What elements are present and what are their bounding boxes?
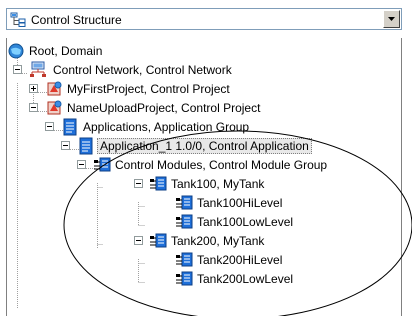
- tree-node-label: Tank200LowLevel: [197, 272, 294, 286]
- project-icon: [47, 81, 62, 96]
- collapse-toggle[interactable]: [45, 122, 54, 131]
- collapse-toggle[interactable]: [77, 160, 86, 169]
- tree-node-label: Application_1 1.0/0, Control Application: [97, 138, 312, 154]
- module-group-icon: [94, 157, 111, 172]
- tree-node-label: Root, Domain: [29, 44, 103, 58]
- document-icon: [63, 118, 77, 136]
- module-icon: [176, 252, 193, 267]
- module-icon: [150, 176, 167, 191]
- tree-node-label: Tank100, MyTank: [171, 177, 265, 191]
- collapse-toggle[interactable]: [134, 236, 143, 245]
- expand-toggle[interactable]: [29, 84, 38, 93]
- structure-dropdown[interactable]: Control Structure: [6, 8, 402, 30]
- network-icon: [30, 61, 46, 77]
- module-icon: [176, 271, 193, 286]
- collapse-toggle[interactable]: [13, 65, 22, 74]
- tree-node-label: Control Network, Control Network: [53, 63, 232, 77]
- collapse-toggle[interactable]: [61, 141, 70, 150]
- tree-node-label: Applications, Application Group: [83, 120, 250, 134]
- tree-structure-icon: [10, 12, 26, 27]
- globe-icon: [8, 43, 24, 59]
- dropdown-value: Control Structure: [31, 13, 122, 27]
- collapse-toggle[interactable]: [134, 179, 143, 188]
- tree-node-label: NameUploadProject, Control Project: [67, 101, 261, 115]
- tree-node-label: Tank100LowLevel: [197, 215, 294, 229]
- document-icon: [79, 137, 93, 155]
- module-icon: [176, 214, 193, 229]
- tree-node-label: Tank100HiLevel: [197, 196, 283, 210]
- collapse-toggle[interactable]: [29, 103, 38, 112]
- module-icon: [176, 195, 193, 210]
- tree-node-label: Tank200HiLevel: [197, 253, 283, 267]
- module-icon: [150, 233, 167, 248]
- dropdown-arrow-button[interactable]: [383, 10, 400, 28]
- control-structure-tree: Root, Domain Control Network, Control Ne…: [6, 38, 402, 316]
- project-icon: [47, 100, 62, 115]
- chevron-down-icon: [388, 17, 395, 21]
- tree-node-label: Control Modules, Control Module Group: [115, 158, 328, 172]
- tree-node-label: MyFirstProject, Control Project: [67, 82, 230, 96]
- tree-node-label: Tank200, MyTank: [171, 234, 265, 248]
